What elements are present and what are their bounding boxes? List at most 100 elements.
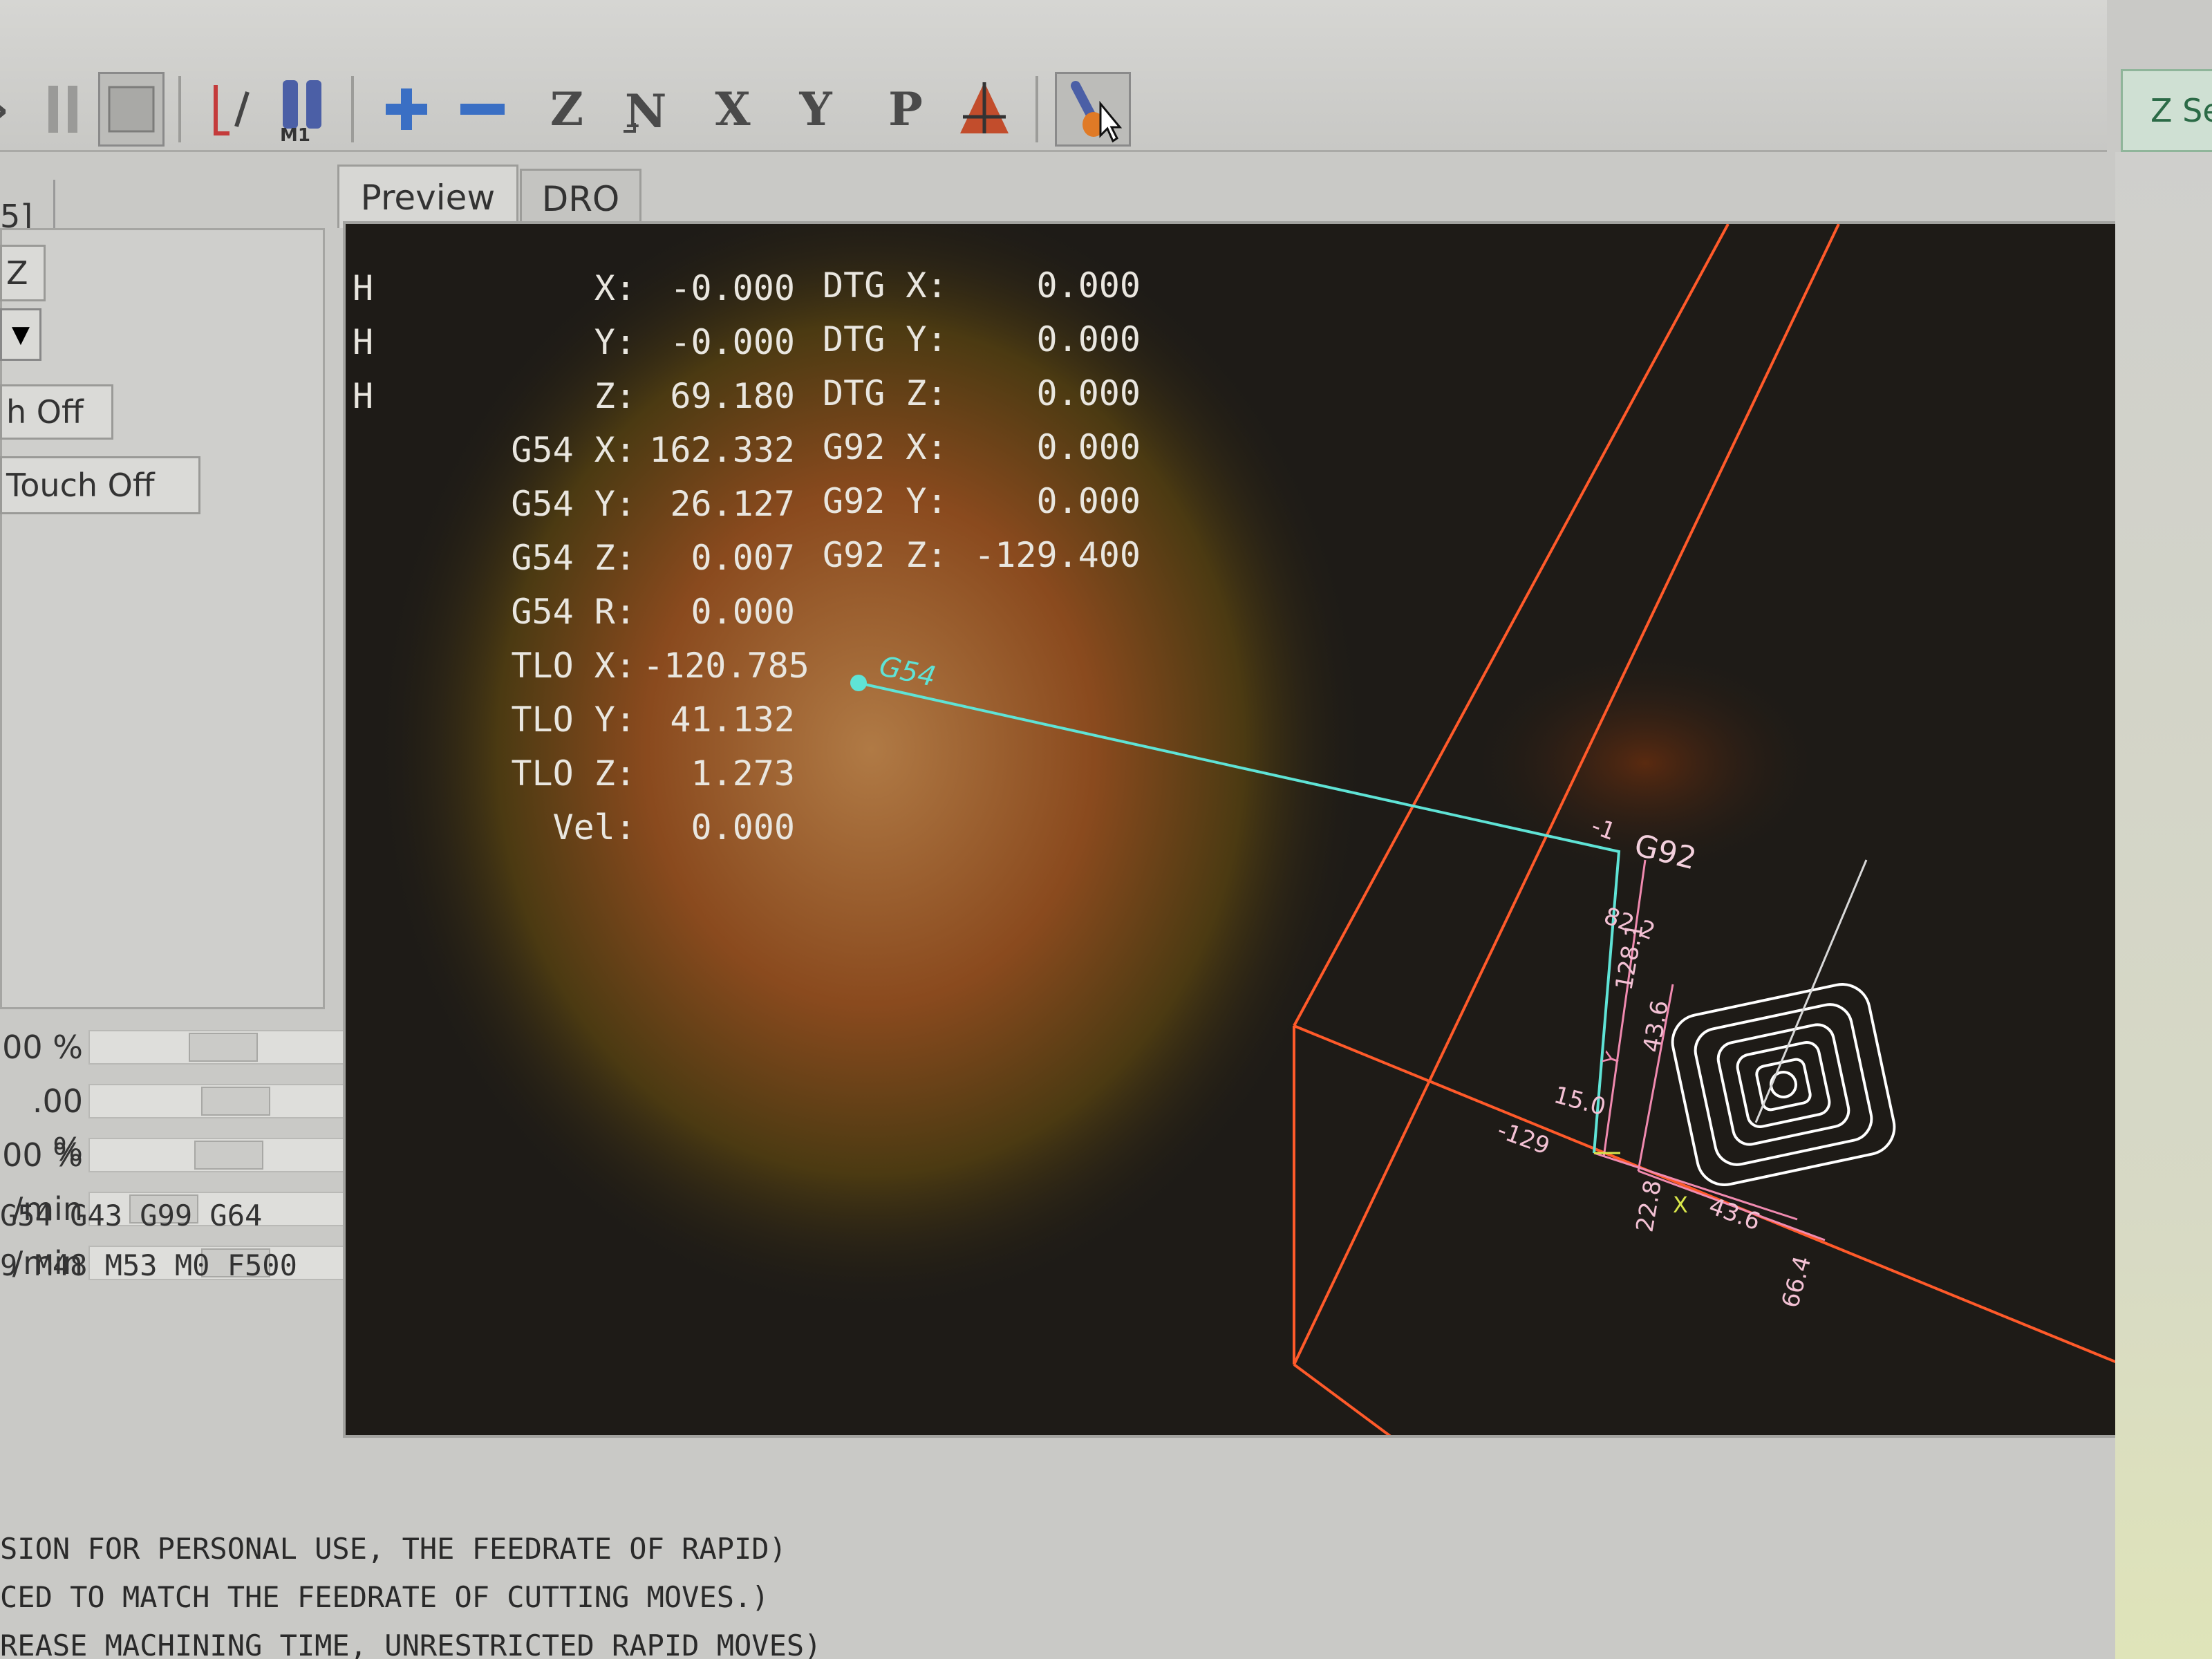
dro-label: DTG Y:: [823, 319, 948, 359]
window-edge: [2115, 152, 2212, 1659]
dro-value: -0.000: [670, 322, 795, 362]
view-x-label: X: [715, 82, 751, 136]
tab-dro[interactable]: DRO: [520, 169, 641, 227]
dro-label: G54 Z:: [511, 538, 636, 578]
manual-control-box: [0, 228, 325, 1009]
override-row: 00 %: [0, 1023, 346, 1071]
dro-label: G54 Y:: [511, 484, 636, 524]
dro-label: TLO X:: [511, 646, 636, 686]
zoom-out-icon[interactable]: [449, 72, 516, 147]
dro-value: 1.273: [691, 753, 795, 794]
dro-value: 0.000: [1036, 427, 1141, 467]
dro-value: 41.132: [670, 700, 795, 740]
run-arrow-icon[interactable]: ›: [0, 72, 14, 147]
dro-label: DTG X:: [823, 265, 948, 306]
axis-x-label: X: [1673, 1192, 1688, 1218]
active-gcodes: G54 G43 G99 G64: [0, 1199, 263, 1232]
gcode-line: REASE MACHINING TIME, UNRESTRICTED RAPID…: [0, 1629, 822, 1659]
slider-handle[interactable]: [189, 1033, 258, 1062]
dro-value: 162.332: [649, 430, 795, 470]
view-z-label: Z: [550, 82, 584, 136]
toolbar: › M1 Z N X Y P Z Se: [0, 0, 2212, 152]
toolpath-pocket: [1671, 983, 1896, 1186]
left-control-panel: 5] Z ▼ h Off Touch Off 00 % .00 % 00 %/min…: [0, 159, 346, 1472]
slider-handle[interactable]: [201, 1087, 270, 1116]
override-slider[interactable]: [88, 1084, 344, 1118]
active-mcodes: 9 M48 M53 M0 F500: [0, 1248, 297, 1282]
m1-icon[interactable]: M1: [271, 72, 337, 147]
dim-label: 43.6: [1638, 998, 1674, 1054]
dro-label: TLO Z:: [511, 753, 636, 794]
axis-select[interactable]: Z: [0, 245, 46, 301]
dro-label: G92 Y:: [823, 481, 948, 521]
dro-homed-flag: H: [353, 268, 374, 308]
dro-value: 0.000: [691, 592, 795, 632]
view-y-button[interactable]: Y: [782, 72, 849, 147]
gcode-line: SION FOR PERSONAL USE, THE FEEDRATE OF R…: [0, 1532, 787, 1566]
rotate-view-icon[interactable]: [951, 72, 1018, 147]
optional-stop-icon[interactable]: [200, 72, 267, 147]
dro-label: TLO Y:: [511, 700, 636, 740]
override-row: .00 %: [0, 1077, 346, 1168]
override-label: 00 %: [2, 1136, 83, 1174]
dro-value: -0.000: [670, 268, 795, 308]
dro-value: 0.007: [691, 538, 795, 578]
z-set-label: Z Se: [2150, 92, 2212, 129]
dim-label: 22.8: [1631, 1178, 1667, 1234]
view-z-button[interactable]: Z: [534, 72, 600, 147]
view-z2-button[interactable]: N: [615, 72, 682, 147]
preview-canvas[interactable]: G54 G92 128.1 43.6 82.2 22.8 43.6 66.4 1…: [343, 221, 2119, 1438]
gcode-text-area[interactable]: SION FOR PERSONAL USE, THE FEEDRATE OF R…: [0, 1507, 2107, 1659]
dro-value: -129.400: [974, 535, 1141, 575]
dro-value: -120.785: [643, 646, 809, 686]
dro-value: 26.127: [670, 484, 795, 524]
tab-dro-label: DRO: [541, 178, 620, 219]
view-x-button[interactable]: X: [700, 72, 766, 147]
dro-label: DTG Z:: [823, 373, 948, 413]
dro-label: G54 X:: [511, 430, 636, 470]
clear-plot-icon[interactable]: [1055, 72, 1131, 147]
svg-text:N: N: [625, 84, 666, 137]
dro-value: 0.000: [1036, 265, 1141, 306]
zoom-in-icon[interactable]: [373, 72, 440, 147]
dro-label: G92 Z:: [823, 535, 948, 575]
toolbar-separator: [178, 76, 181, 142]
override-slider[interactable]: [88, 1138, 344, 1172]
dro-label: Y:: [594, 322, 636, 362]
dro-label: Vel:: [552, 807, 636, 847]
tool-touch-off-button[interactable]: Touch Off: [0, 456, 200, 514]
dro-label: Z:: [594, 376, 636, 416]
toolbar-separator: [351, 76, 354, 142]
dro-label: G92 X:: [823, 427, 948, 467]
pause-icon[interactable]: [32, 72, 98, 147]
dim-label: 66.4: [1777, 1253, 1817, 1311]
touch-off-label: h Off: [6, 393, 84, 431]
override-slider[interactable]: [88, 1030, 344, 1065]
override-row: 00 %: [0, 1131, 346, 1179]
dro-value: 0.000: [1036, 373, 1141, 413]
dro-value: 0.000: [1036, 481, 1141, 521]
z-set-button[interactable]: Z Se: [2121, 69, 2212, 152]
tab-preview[interactable]: Preview: [337, 165, 518, 228]
dimension-labels: 128.1 43.6 82.2 22.8 43.6 66.4 15.0 -129…: [1494, 812, 1817, 1311]
override-label: 00 %: [2, 1029, 83, 1066]
axis-dropdown[interactable]: ▼: [0, 308, 41, 361]
view-p-label: P: [888, 82, 923, 136]
dro-value: 0.000: [1036, 319, 1141, 359]
axis-select-value: Z: [6, 254, 28, 292]
tool-touch-off-label: Touch Off: [6, 467, 155, 504]
dro-homed-flag: H: [353, 322, 374, 362]
dro-value: 0.000: [691, 807, 795, 847]
slider-handle[interactable]: [194, 1141, 263, 1170]
block-delete-icon[interactable]: [98, 72, 165, 147]
chevron-down-icon: ▼: [11, 321, 30, 348]
dim-label: -129: [1494, 1116, 1553, 1161]
dro-label: X:: [594, 268, 636, 308]
tool-axis-line: [1754, 859, 1868, 1123]
tab-preview-label: Preview: [360, 177, 496, 218]
touch-off-button[interactable]: h Off: [0, 384, 113, 440]
view-p-button[interactable]: P: [872, 72, 939, 147]
dro-homed-flag: H: [353, 376, 374, 416]
gcode-line: CED TO MATCH THE FEEDRATE OF CUTTING MOV…: [0, 1580, 769, 1614]
dim-label: 43.6: [1705, 1192, 1764, 1236]
